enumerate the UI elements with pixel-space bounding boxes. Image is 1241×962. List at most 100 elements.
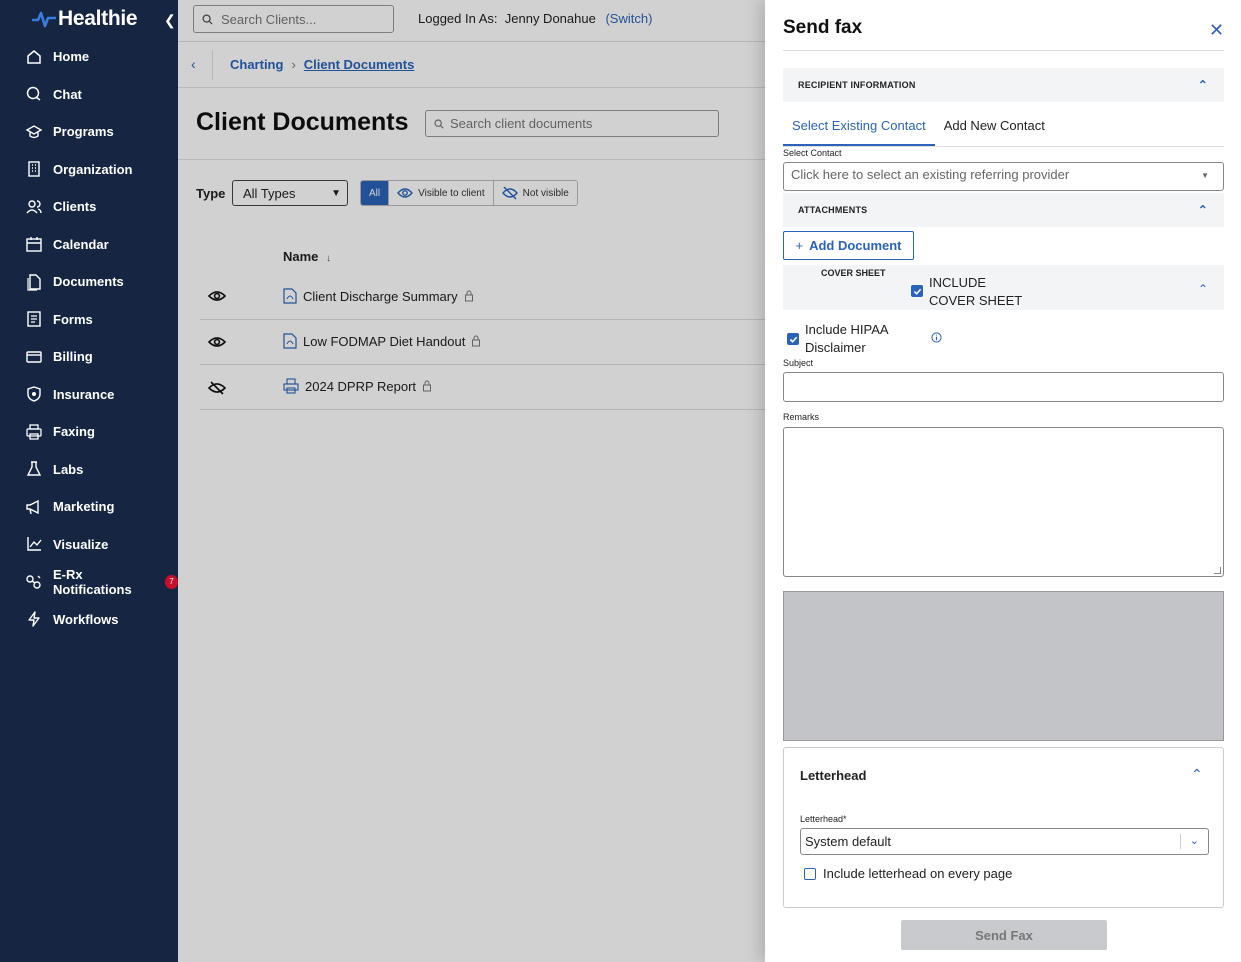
sidebar-item-calendar[interactable]: Calendar bbox=[0, 226, 178, 264]
sidebar-item-home[interactable]: Home bbox=[0, 38, 178, 76]
attachments-section-header[interactable]: ATTACHMENTS ⌃ bbox=[783, 193, 1224, 227]
user-name: Jenny Donahue bbox=[504, 11, 596, 26]
add-document-button[interactable]: + Add Document bbox=[783, 231, 914, 260]
sidebar-item-label: Visualize bbox=[53, 536, 109, 552]
chevron-up-icon: ⌃ bbox=[1197, 78, 1208, 92]
document-search-placeholder: Search client documents bbox=[450, 116, 593, 131]
search-icon bbox=[202, 13, 213, 25]
send-fax-drawer: Send fax ✕ RECIPIENT INFORMATION ⌃ Selec… bbox=[765, 0, 1241, 962]
tab-select-existing-contact[interactable]: Select Existing Contact bbox=[783, 108, 935, 146]
sidebar-item-label: Faxing bbox=[53, 424, 95, 440]
check-icon bbox=[789, 336, 797, 343]
visibility-all-button[interactable]: All bbox=[361, 181, 390, 205]
sidebar-item-documents[interactable]: Documents bbox=[0, 263, 178, 301]
chevron-down-icon: ▼ bbox=[1201, 171, 1209, 180]
sidebar-item-faxing[interactable]: Faxing bbox=[0, 413, 178, 451]
letterhead-every-page-checkbox[interactable] bbox=[804, 867, 816, 880]
chevron-down-icon: ⌄ bbox=[1189, 835, 1199, 847]
include-cover-sheet-text: INCLUDE COVER SHEET bbox=[929, 274, 1022, 310]
sidebar-item-billing[interactable]: Billing bbox=[0, 338, 178, 376]
programs-icon bbox=[25, 124, 43, 138]
billing-icon bbox=[26, 351, 42, 363]
letterhead-every-page-label: Include letterhead on every page bbox=[823, 866, 1013, 881]
resize-handle[interactable] bbox=[1214, 567, 1221, 574]
sidebar-item-label: Workflows bbox=[53, 611, 119, 627]
sidebar-item-visualize[interactable]: Visualize bbox=[0, 526, 178, 564]
sidebar-item-workflows[interactable]: Workflows bbox=[0, 601, 178, 639]
document-name[interactable]: Low FODMAP Diet Handout bbox=[283, 333, 481, 349]
sidebar-item-programs[interactable]: Programs bbox=[0, 113, 178, 151]
hipaa-disclaimer-text: Include HIPAA Disclaimer bbox=[805, 321, 889, 357]
breadcrumb-client-documents[interactable]: Client Documents bbox=[304, 57, 415, 72]
sidebar-item-organization[interactable]: Organization bbox=[0, 151, 178, 189]
collapse-sidebar-button[interactable]: ❮ bbox=[164, 12, 176, 29]
breadcrumb-charting[interactable]: Charting bbox=[230, 57, 283, 72]
add-document-label: Add Document bbox=[809, 238, 902, 253]
eye-icon bbox=[397, 188, 414, 198]
sidebar-nav: Home Chat Programs Organization Clients … bbox=[0, 38, 178, 638]
check-icon bbox=[913, 288, 921, 295]
letterhead-select[interactable]: System default ⌄ bbox=[800, 828, 1209, 855]
letterhead-every-page-option[interactable]: Include letterhead on every page bbox=[804, 866, 1012, 881]
tab-add-new-contact[interactable]: Add New Contact bbox=[935, 108, 1054, 146]
select-contact-dropdown[interactable]: Click here to select an existing referri… bbox=[783, 162, 1224, 191]
visibility-hidden-label: Not visible bbox=[522, 187, 569, 199]
sidebar-item-insurance[interactable]: Insurance bbox=[0, 376, 178, 414]
chevron-right-icon: › bbox=[291, 57, 296, 72]
sidebar-item-erx-notifications[interactable]: E-Rx Notifications 7 bbox=[0, 563, 178, 601]
include-cover-line1: INCLUDE bbox=[929, 275, 987, 290]
eye-off-icon[interactable] bbox=[207, 380, 227, 399]
include-cover-line2: COVER SHEET bbox=[929, 293, 1023, 308]
info-icon[interactable] bbox=[931, 331, 942, 346]
sidebar-item-marketing[interactable]: Marketing bbox=[0, 488, 178, 526]
type-filter-label: Type bbox=[196, 186, 226, 201]
healthie-logo[interactable]: Healthie bbox=[32, 7, 138, 31]
switch-user-link[interactable]: (Switch) bbox=[605, 11, 652, 26]
sidebar-item-forms[interactable]: Forms bbox=[0, 301, 178, 339]
sidebar-item-labs[interactable]: Labs bbox=[0, 451, 178, 489]
sidebar-item-clients[interactable]: Clients bbox=[0, 188, 178, 226]
eye-icon[interactable] bbox=[207, 336, 227, 351]
chevron-up-icon[interactable]: ⌃ bbox=[1191, 766, 1203, 783]
visibility-visible-button[interactable]: Visible to client bbox=[389, 181, 494, 205]
hipaa-line2: Disclaimer bbox=[805, 340, 866, 355]
hipaa-disclaimer-checkbox[interactable] bbox=[787, 333, 799, 345]
type-filter-select[interactable]: All Types ▼ bbox=[232, 180, 348, 206]
remarks-label: Remarks bbox=[783, 412, 820, 422]
document-name[interactable]: Client Discharge Summary bbox=[283, 288, 474, 304]
sidebar-item-label: Programs bbox=[53, 124, 114, 140]
chevron-down-icon: ▼ bbox=[331, 187, 341, 199]
chevron-up-icon[interactable]: ⌃ bbox=[1198, 282, 1208, 296]
recipient-section-header[interactable]: RECIPIENT INFORMATION ⌃ bbox=[783, 68, 1224, 102]
sort-arrow-icon: ↓ bbox=[326, 253, 332, 264]
send-fax-button[interactable]: Send Fax bbox=[901, 920, 1107, 950]
cover-sheet-section: COVER SHEET INCLUDE COVER SHEET ⌃ bbox=[783, 265, 1224, 310]
subject-input[interactable] bbox=[783, 372, 1224, 402]
sidebar-item-label: Marketing bbox=[53, 499, 115, 515]
select-contact-label: Select Contact bbox=[783, 148, 842, 158]
remarks-textarea[interactable] bbox=[783, 427, 1224, 577]
page-title: Client Documents bbox=[196, 108, 409, 136]
sidebar-item-chat[interactable]: Chat bbox=[0, 76, 178, 114]
type-filter-value: All Types bbox=[243, 185, 296, 201]
document-search-input[interactable]: Search client documents bbox=[425, 110, 719, 137]
client-search-input[interactable]: Search Clients... bbox=[193, 5, 394, 33]
users-icon bbox=[26, 200, 42, 214]
lock-icon bbox=[472, 335, 481, 347]
eye-icon[interactable] bbox=[207, 290, 227, 305]
calendar-icon bbox=[26, 237, 42, 252]
building-icon bbox=[28, 161, 40, 177]
forms-icon bbox=[27, 311, 41, 327]
visibility-hidden-button[interactable]: Not visible bbox=[494, 181, 577, 205]
column-header-name[interactable]: Name ↓ bbox=[283, 249, 331, 264]
document-name[interactable]: 2024 DPRP Report bbox=[283, 378, 432, 394]
megaphone-icon bbox=[26, 499, 39, 514]
sidebar-item-label: Chat bbox=[53, 86, 82, 102]
chat-icon bbox=[26, 87, 41, 101]
include-cover-sheet-checkbox[interactable] bbox=[911, 285, 923, 297]
hipaa-disclaimer-option[interactable]: Include HIPAA Disclaimer bbox=[787, 321, 889, 357]
back-button[interactable]: ‹ bbox=[191, 56, 196, 72]
close-button[interactable]: ✕ bbox=[1209, 20, 1224, 41]
cover-sheet-label: COVER SHEET bbox=[821, 268, 886, 278]
chevron-left-icon: ‹ bbox=[191, 56, 196, 72]
